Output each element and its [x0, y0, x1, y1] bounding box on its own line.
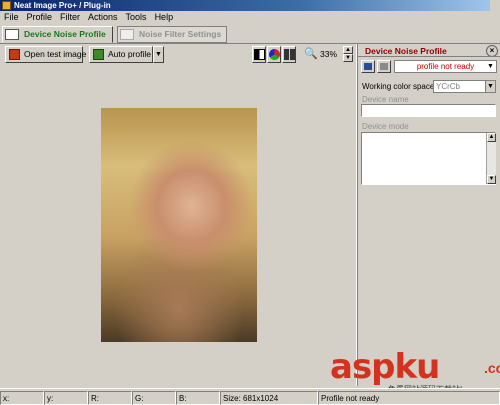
- tab-noise-filter-settings[interactable]: Noise Filter Settings: [117, 26, 227, 43]
- device-mode-label: Device mode: [362, 122, 409, 131]
- zoom-up-arrow-icon[interactable]: ▲: [343, 46, 353, 54]
- status-bar: x: y: R: G: B: Size: 681x1024 Profile no…: [0, 388, 500, 405]
- menu-profile[interactable]: Profile: [27, 11, 53, 24]
- compare-icon: [284, 49, 295, 60]
- watermark: aspku .com 免费网站源码下载站!: [330, 347, 500, 394]
- profile-status-select[interactable]: profile not ready ▼: [394, 60, 497, 73]
- zoom-down-arrow-icon[interactable]: ▼: [343, 54, 353, 62]
- watermark-domain: .com: [484, 360, 500, 376]
- scroll-down-icon[interactable]: ▼: [487, 175, 496, 184]
- auto-profile-dropdown-button[interactable]: ▼: [153, 46, 164, 63]
- device-mode-textarea[interactable]: [361, 132, 496, 185]
- test-image-preview: [101, 108, 257, 342]
- tab-label: Noise Filter Settings: [139, 29, 222, 39]
- auto-profile-icon: [93, 49, 104, 60]
- save-icon: [364, 63, 372, 70]
- color-channels-button[interactable]: [267, 46, 281, 63]
- status-y: y:: [44, 391, 88, 405]
- menu-bar: File Profile Filter Actions Tools Help: [0, 11, 500, 24]
- chevron-down-icon: ▼: [487, 63, 494, 70]
- menu-help[interactable]: Help: [155, 11, 174, 24]
- menu-tools[interactable]: Tools: [126, 11, 147, 24]
- menu-file[interactable]: File: [4, 11, 19, 24]
- profile-tab-icon: [5, 29, 19, 40]
- working-color-space-label: Working color space:: [362, 82, 437, 91]
- compare-button[interactable]: [282, 46, 296, 63]
- tab-device-noise-profile[interactable]: Device Noise Profile: [2, 26, 113, 43]
- device-name-field[interactable]: [361, 104, 496, 117]
- panel-divider: [358, 56, 500, 57]
- auto-profile-button[interactable]: Auto profile: [89, 46, 153, 63]
- status-b: B:: [176, 391, 220, 405]
- status-r: R:: [88, 391, 132, 405]
- zoom-icon: 🔍: [304, 48, 318, 60]
- zoom-spinner[interactable]: ▲ ▼: [343, 46, 353, 63]
- menu-filter[interactable]: Filter: [60, 11, 80, 24]
- scroll-up-icon[interactable]: ▲: [487, 133, 496, 142]
- panel-title: Device Noise Profile: [365, 46, 447, 56]
- filter-tab-icon: [120, 29, 134, 40]
- color-channels-icon: [269, 49, 280, 60]
- watermark-brand: aspku: [330, 347, 440, 387]
- save-profile-button[interactable]: [361, 60, 375, 73]
- device-mode-scrollbar[interactable]: ▲ ▼: [486, 133, 496, 184]
- device-name-label: Device name: [362, 95, 409, 104]
- title-bar: Neat Image Pro+ / Plug-in: [0, 0, 500, 11]
- status-x: x:: [0, 391, 44, 405]
- open-image-icon: [9, 49, 20, 60]
- status-profile: Profile not ready: [318, 391, 500, 405]
- load-icon: [380, 63, 388, 70]
- tab-label: Device Noise Profile: [24, 29, 106, 39]
- window-title: Neat Image Pro+ / Plug-in: [14, 1, 111, 10]
- window-controls[interactable]: [490, 0, 500, 11]
- load-profile-button[interactable]: [377, 60, 391, 73]
- contrast-icon: [254, 49, 265, 60]
- menu-actions[interactable]: Actions: [88, 11, 118, 24]
- zoom-level: 33%: [320, 49, 338, 59]
- chevron-down-icon: ▼: [485, 81, 495, 92]
- status-g: G:: [132, 391, 176, 405]
- status-image-size: Size: 681x1024: [220, 391, 318, 405]
- app-icon: [2, 1, 11, 10]
- working-color-space-select[interactable]: YCrCb ▼: [433, 80, 496, 93]
- open-test-image-button[interactable]: Open test image: [5, 46, 86, 63]
- view-mode-button[interactable]: [252, 46, 266, 63]
